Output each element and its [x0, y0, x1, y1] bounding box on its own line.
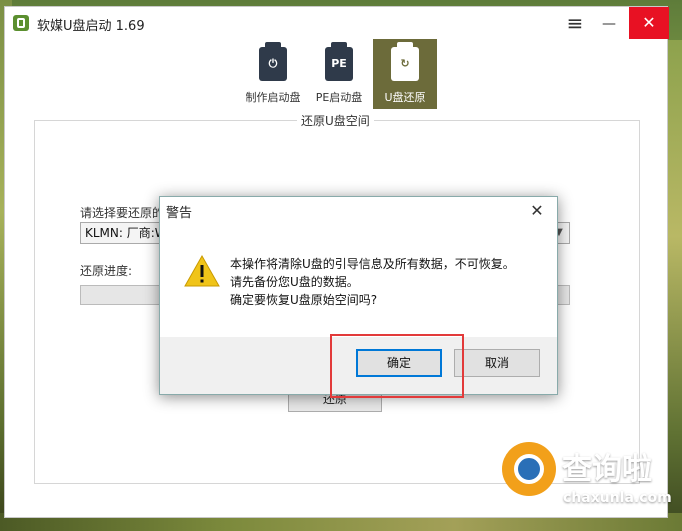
power-usb-icon: ⏻	[259, 42, 287, 81]
tab-label: 制作启动盘	[245, 91, 301, 104]
panel-title: 还原U盘空间	[297, 112, 374, 129]
drive-select-value: KLMN: 厂商:W	[85, 226, 167, 240]
warning-icon	[184, 255, 220, 287]
pe-usb-icon: PE	[325, 42, 353, 81]
menu-icon[interactable]	[558, 7, 592, 39]
message-line: 本操作将清除U盘的引导信息及所有数据，不可恢复。	[230, 257, 515, 271]
dialog-message: 本操作将清除U盘的引导信息及所有数据，不可恢复。 请先备份您U盘的数据。 确定要…	[230, 255, 515, 309]
tab-label: U盘还原	[384, 91, 426, 104]
dialog-close-icon[interactable]	[523, 199, 551, 223]
window-title: 软媒U盘启动 1.69	[37, 19, 145, 34]
progress-label: 还原进度:	[80, 264, 133, 278]
message-line: 请先备份您U盘的数据。	[230, 275, 359, 289]
tab-pe-boot-disk[interactable]: PE PE启动盘	[307, 39, 371, 109]
minimize-button[interactable]	[592, 7, 626, 39]
cancel-button[interactable]: 取消	[454, 349, 540, 377]
drive-select-label: 请选择要还原的	[80, 206, 165, 220]
tab-bar: ⏻ 制作启动盘 PE PE启动盘 ↻ U盘还原	[5, 39, 667, 109]
message-line: 确定要恢复U盘原始空间吗?	[230, 293, 378, 307]
highlight-box	[330, 334, 464, 398]
close-button[interactable]	[629, 7, 669, 39]
dialog-title: 警告	[166, 206, 193, 221]
restore-usb-icon: ↻	[391, 42, 419, 81]
tab-make-boot-disk[interactable]: ⏻ 制作启动盘	[241, 39, 305, 109]
title-bar: 软媒U盘启动 1.69	[5, 7, 669, 39]
tab-usb-restore[interactable]: ↻ U盘还原	[373, 39, 437, 109]
watermark-url: chaxunla.com	[563, 490, 672, 506]
desktop-background-right	[666, 40, 682, 531]
watermark-logo-icon	[502, 442, 556, 496]
watermark-text: 查询啦	[562, 452, 652, 487]
app-logo-icon	[13, 15, 29, 31]
tab-label: PE启动盘	[315, 91, 363, 104]
